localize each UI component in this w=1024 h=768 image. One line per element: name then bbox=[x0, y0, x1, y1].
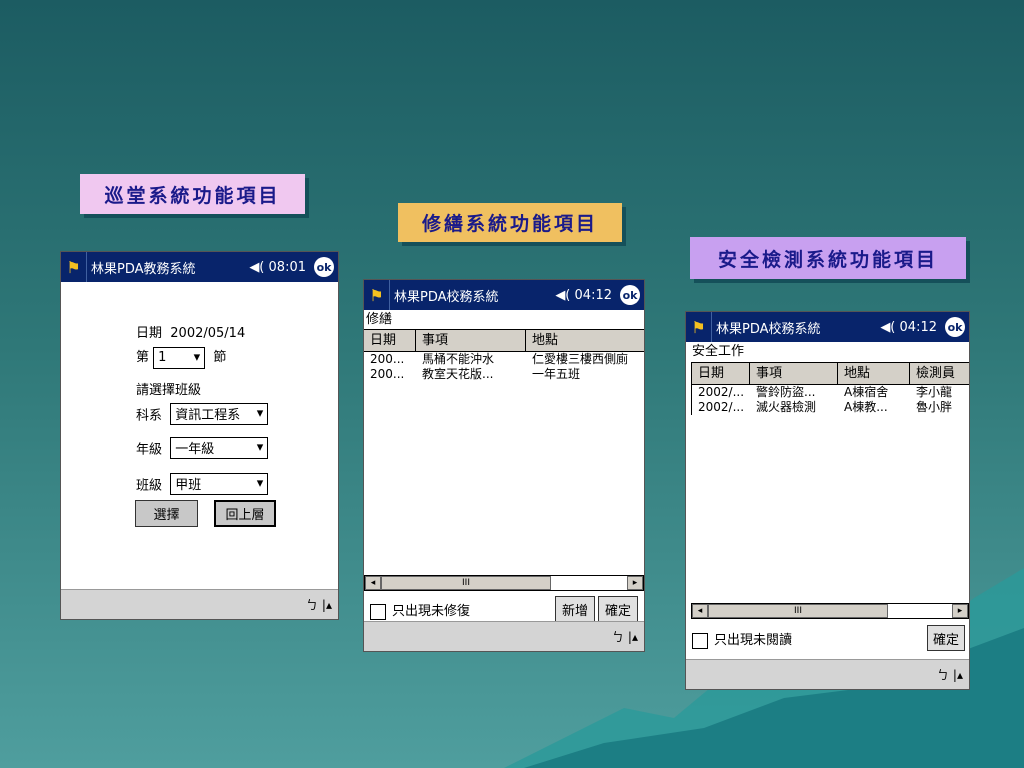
scroll-thumb[interactable]: III bbox=[381, 576, 551, 590]
app-title: 林果PDA教務系統 bbox=[91, 261, 196, 277]
class-label: 班級 bbox=[136, 478, 163, 493]
sip-arrow-icon[interactable]: |▴ bbox=[628, 630, 638, 644]
column-header[interactable]: 地點 bbox=[838, 363, 910, 384]
period-suffix: 節 bbox=[213, 350, 227, 365]
input-method-icon[interactable]: ㄅ bbox=[937, 666, 949, 683]
scroll-left-icon: ◂ bbox=[692, 604, 708, 618]
clock: 08:01 bbox=[268, 259, 306, 275]
title-bar: ⚑ 林果PDA教務系統 ◀( 08:01 ok bbox=[61, 252, 338, 282]
select-class-prompt: 請選擇班級 bbox=[136, 382, 202, 398]
input-method-icon[interactable]: ㄅ bbox=[612, 628, 624, 645]
sip-arrow-icon[interactable]: |▴ bbox=[953, 668, 963, 682]
label-safety: 安全檢測系統功能項目 bbox=[690, 237, 966, 279]
column-header[interactable]: 日期 bbox=[364, 330, 416, 351]
class-value: 甲班 bbox=[175, 478, 202, 493]
pda-patrol-screen: ⚑ 林果PDA教務系統 ◀( 08:01 ok 日期 2002/05/14 第 1 ▾ … bbox=[60, 251, 339, 620]
pda-safety-screen: ⚑ 林果PDA校務系統 ◀( 04:12 ok 安全工作 日期 事項 地點 檢測員 2002… bbox=[685, 311, 970, 690]
table-row[interactable]: 200... 教室天花版... 一年五班 bbox=[364, 367, 644, 382]
ok-button[interactable]: ok bbox=[314, 257, 334, 277]
title-bar: ⚑ 林果PDA校務系統 ◀( 04:12 ok bbox=[686, 312, 969, 342]
bottom-bar: ㄅ |▴ bbox=[61, 589, 338, 619]
confirm-button[interactable]: 確定 bbox=[927, 625, 965, 651]
bottom-bar: ㄅ |▴ bbox=[686, 659, 969, 689]
speaker-icon[interactable]: ◀( bbox=[555, 288, 570, 303]
chevron-down-icon: ▾ bbox=[193, 350, 201, 365]
horizontal-scrollbar[interactable]: ◂ III ▸ bbox=[691, 603, 969, 619]
add-button[interactable]: 新增 bbox=[555, 596, 595, 622]
scroll-thumb[interactable]: III bbox=[708, 604, 888, 618]
title-bar: ⚑ 林果PDA校務系統 ◀( 04:12 ok bbox=[364, 280, 644, 310]
column-header[interactable]: 檢測員 bbox=[910, 363, 969, 384]
scroll-left-icon: ◂ bbox=[365, 576, 381, 590]
ok-button[interactable]: ok bbox=[620, 285, 640, 305]
date-label: 日期 bbox=[136, 326, 163, 341]
chevron-down-icon: ▾ bbox=[256, 440, 264, 455]
input-method-icon[interactable]: ㄅ bbox=[306, 596, 318, 613]
clock: 04:12 bbox=[574, 287, 612, 303]
speaker-icon[interactable]: ◀( bbox=[249, 260, 264, 275]
unrepaired-only-checkbox[interactable]: 只出現未修復 bbox=[370, 600, 470, 620]
period-prefix: 第 bbox=[136, 350, 150, 365]
class-select[interactable]: 甲班 ▾ bbox=[170, 472, 269, 495]
period-select[interactable]: 1 ▾ bbox=[153, 346, 206, 369]
sip-arrow-icon[interactable]: |▴ bbox=[322, 598, 332, 612]
chevron-down-icon: ▾ bbox=[256, 406, 264, 421]
label-repair: 修繕系統功能項目 bbox=[398, 203, 622, 242]
date-value: 2002/05/14 bbox=[170, 326, 246, 341]
windows-start-icon[interactable]: ⚑ bbox=[61, 252, 87, 282]
column-header[interactable]: 地點 bbox=[526, 330, 644, 351]
checkbox-label: 只出現未閱讀 bbox=[714, 633, 793, 648]
dept-label: 科系 bbox=[136, 408, 163, 423]
pda-repair-screen: ⚑ 林果PDA校務系統 ◀( 04:12 ok 修繕 日期 事項 地點 200... 馬桶不… bbox=[363, 279, 645, 652]
section-title: 安全工作 bbox=[692, 344, 745, 359]
back-button[interactable]: 回上層 bbox=[214, 500, 276, 527]
app-title: 林果PDA校務系統 bbox=[394, 289, 499, 305]
label-patrol: 巡堂系統功能項目 bbox=[80, 174, 305, 214]
column-header[interactable]: 日期 bbox=[692, 363, 750, 384]
table-row[interactable]: 200... 馬桶不能沖水 仁愛樓三樓西側廁 bbox=[364, 352, 644, 367]
repair-table: 日期 事項 地點 200... 馬桶不能沖水 仁愛樓三樓西側廁 200... 教室天花版.… bbox=[364, 329, 644, 382]
chevron-down-icon: ▾ bbox=[256, 476, 264, 491]
confirm-button[interactable]: 確定 bbox=[598, 596, 638, 622]
column-header[interactable]: 事項 bbox=[416, 330, 526, 351]
period-value: 1 bbox=[158, 350, 167, 365]
section-title: 修繕 bbox=[366, 312, 393, 327]
grade-select[interactable]: 一年級 ▾ bbox=[170, 436, 269, 459]
bottom-bar: ㄅ |▴ bbox=[364, 621, 644, 651]
scroll-right-icon: ▸ bbox=[627, 576, 643, 590]
speaker-icon[interactable]: ◀( bbox=[880, 320, 895, 335]
scroll-right-icon: ▸ bbox=[952, 604, 968, 618]
checkbox-label: 只出現未修復 bbox=[392, 604, 471, 619]
windows-start-icon[interactable]: ⚑ bbox=[364, 280, 390, 310]
column-header[interactable]: 事項 bbox=[750, 363, 838, 384]
grade-label: 年級 bbox=[136, 442, 163, 457]
windows-start-icon[interactable]: ⚑ bbox=[686, 312, 712, 342]
clock: 04:12 bbox=[899, 319, 937, 335]
unread-only-checkbox[interactable]: 只出現未閱讀 bbox=[692, 629, 792, 649]
horizontal-scrollbar[interactable]: ◂ III ▸ bbox=[364, 575, 644, 591]
dept-select[interactable]: 資訊工程系 ▾ bbox=[170, 402, 269, 425]
ok-button[interactable]: ok bbox=[945, 317, 965, 337]
dept-value: 資訊工程系 bbox=[175, 408, 241, 423]
grade-value: 一年級 bbox=[175, 442, 215, 457]
select-button[interactable]: 選擇 bbox=[135, 500, 198, 527]
safety-table: 日期 事項 地點 檢測員 2002/... 警鈴防盜... A棟宿舍 李小龍 2002/..… bbox=[691, 362, 969, 415]
app-title: 林果PDA校務系統 bbox=[716, 321, 821, 337]
table-row[interactable]: 2002/... 警鈴防盜... A棟宿舍 李小龍 bbox=[692, 385, 969, 400]
table-row[interactable]: 2002/... 滅火器檢測 A棟教... 魯小胖 bbox=[692, 400, 969, 415]
